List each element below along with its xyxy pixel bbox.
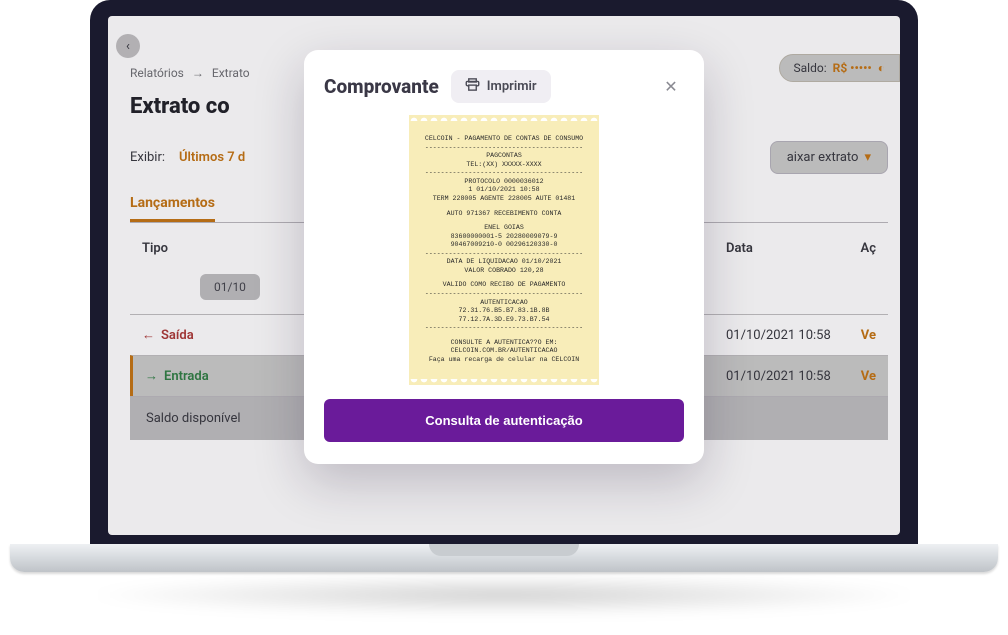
receipt-line: CELCOIN.COM.BR/AUTENTICACAO	[419, 347, 589, 356]
receipt-divider: ----------------------------------------	[419, 290, 589, 299]
modal-title: Comprovante	[324, 75, 439, 98]
receipt-line: DATA DE LIQUIDACAO 01/10/2021	[419, 258, 589, 267]
receipt: CELCOIN - PAGAMENTO DE CONTAS DE CONSUMO…	[409, 121, 599, 379]
close-button[interactable]: ✕	[658, 74, 684, 100]
receipt-line: TEL:(XX) XXXXX-XXXX	[419, 161, 589, 170]
receipt-divider: ----------------------------------------	[419, 324, 589, 333]
receipt-line: AUTENTICACAO	[419, 299, 589, 308]
receipt-line: 72.31.76.B5.B7.83.1B.8B	[419, 307, 589, 316]
receipt-divider: ----------------------------------------	[419, 169, 589, 178]
receipt-modal: Comprovante Imprimir ✕ CELCOIN - PAGAMEN…	[304, 50, 704, 464]
receipt-line: VALIDO COMO RECIBO DE PAGAMENTO	[419, 281, 589, 290]
auth-consult-button[interactable]: Consulta de autenticação	[324, 399, 684, 442]
receipt-line: AUTO 971367 RECEBIMENTO CONTA	[419, 210, 589, 219]
print-label: Imprimir	[487, 79, 537, 94]
receipt-line: Faça uma recarga de celular na CELCOIN	[419, 356, 589, 365]
receipt-line: 77.12.7A.3D.E9.73.B7.54	[419, 316, 589, 325]
printer-icon	[465, 77, 480, 96]
close-icon: ✕	[664, 77, 677, 96]
receipt-line: PAGCONTAS	[419, 152, 589, 161]
receipt-line: PROTOCOLO 0000036012	[419, 178, 589, 187]
receipt-line: CONSULTE A AUTENTICA??O EM:	[419, 339, 589, 348]
receipt-line: 90467009210-0 00296120330-0	[419, 241, 589, 250]
receipt-line: TERM 228005 AGENTE 228005 AUTE 01481	[419, 195, 589, 204]
receipt-line: 83600000001-5 20280009079-9	[419, 233, 589, 242]
receipt-line: ENEL GOIAS	[419, 224, 589, 233]
receipt-divider: ----------------------------------------	[419, 250, 589, 259]
receipt-line: 1 01/10/2021 10:58	[419, 186, 589, 195]
print-button[interactable]: Imprimir	[451, 70, 551, 103]
receipt-divider: ----------------------------------------	[419, 144, 589, 153]
receipt-line: VALOR COBRADO 120,28	[419, 267, 589, 276]
receipt-line: CELCOIN - PAGAMENTO DE CONTAS DE CONSUMO	[419, 135, 589, 144]
